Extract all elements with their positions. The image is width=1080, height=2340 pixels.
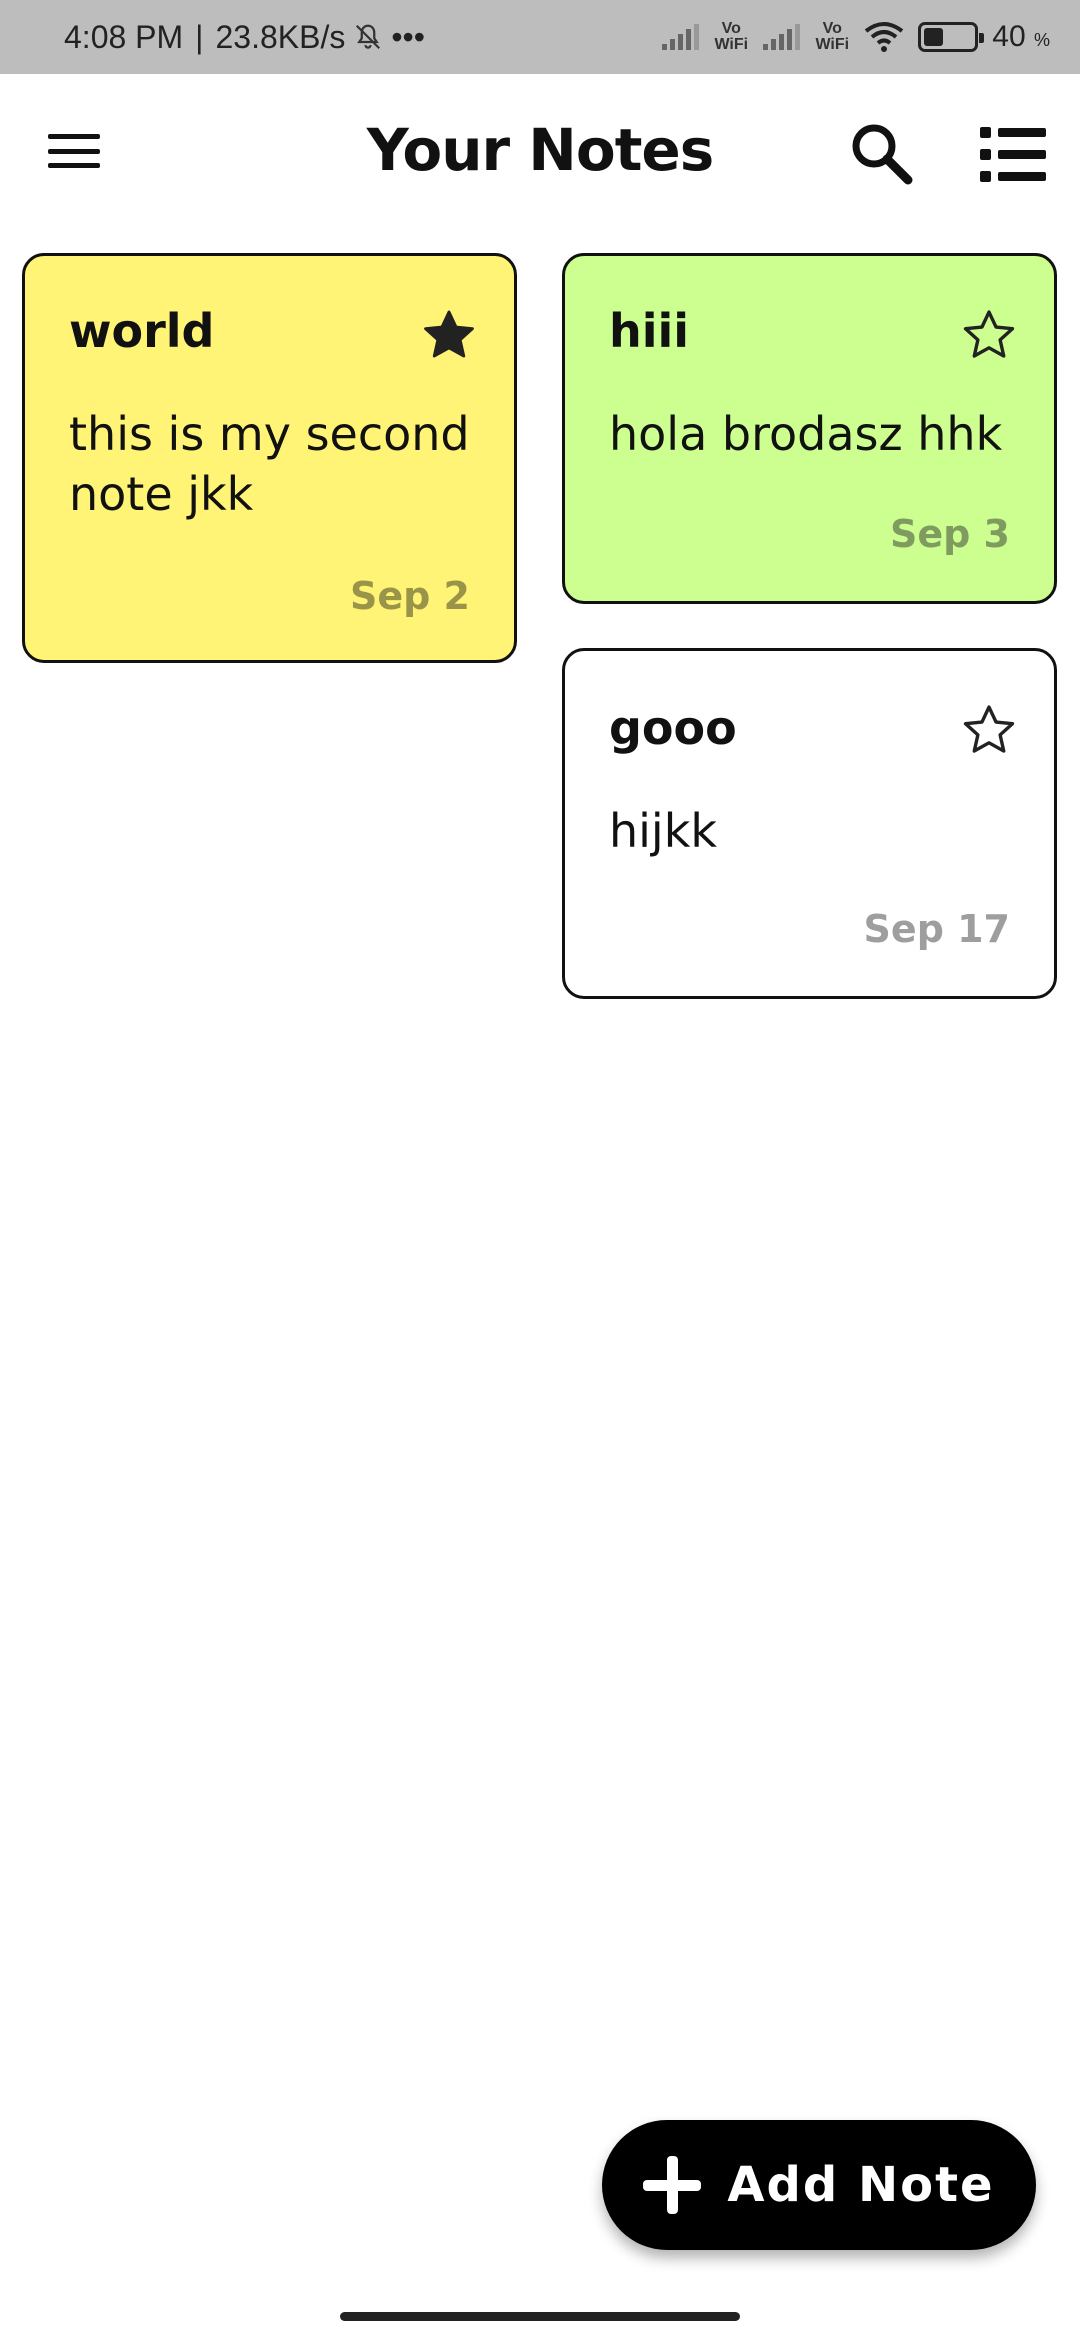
vowifi-label-2: Vo WiFi	[815, 20, 850, 53]
more-notifications-icon: •••	[391, 18, 425, 55]
battery-icon	[918, 22, 985, 52]
page-title: Your Notes	[366, 116, 715, 184]
battery-percent: 40 %	[992, 20, 1050, 53]
status-separator: |	[195, 18, 204, 55]
home-indicator[interactable]	[340, 2312, 740, 2321]
note-date: Sep 3	[889, 512, 1010, 556]
status-right: Vo WiFi Vo WiFi 40 %	[662, 20, 1050, 54]
star-outline-icon[interactable]	[960, 701, 1018, 759]
note-title: world	[69, 304, 215, 358]
note-card[interactable]: world this is my second note jkk Sep 2	[22, 253, 517, 663]
star-filled-icon[interactable]	[420, 306, 478, 364]
add-note-button[interactable]: Add Note	[602, 2120, 1036, 2250]
status-left: 4:08 PM | 23.8KB/s •••	[64, 19, 425, 56]
note-body: hola brodasz hhk	[609, 407, 1003, 461]
wifi-icon	[865, 22, 904, 52]
note-body: hijkk	[609, 804, 717, 858]
list-view-icon[interactable]	[978, 124, 1048, 184]
app-bar: Your Notes	[0, 74, 1080, 234]
network-speed: 23.8KB/s	[215, 18, 346, 55]
note-card[interactable]: gooo hijkk Sep 17	[562, 648, 1057, 999]
battery-fill	[924, 28, 944, 46]
cellular-signal-icon	[662, 24, 700, 50]
vowifi-label: Vo WiFi	[714, 20, 749, 53]
add-note-label: Add Note	[727, 2157, 995, 2213]
note-title: hiii	[609, 304, 690, 358]
search-icon[interactable]	[846, 118, 916, 188]
cellular-signal-icon-2	[763, 24, 801, 50]
note-title: gooo	[609, 701, 737, 755]
star-outline-icon[interactable]	[960, 306, 1018, 364]
note-date: Sep 17	[863, 907, 1010, 951]
note-card[interactable]: hiii hola brodasz hhk Sep 3	[562, 253, 1057, 604]
muted-bell-icon	[356, 24, 381, 50]
plus-icon	[643, 2156, 702, 2214]
status-time: 4:08 PM	[64, 18, 184, 55]
status-bar: 4:08 PM | 23.8KB/s ••• Vo WiFi Vo WiFi 4…	[0, 0, 1080, 74]
note-date: Sep 2	[349, 574, 470, 618]
note-body: this is my second note jkk	[69, 407, 470, 521]
